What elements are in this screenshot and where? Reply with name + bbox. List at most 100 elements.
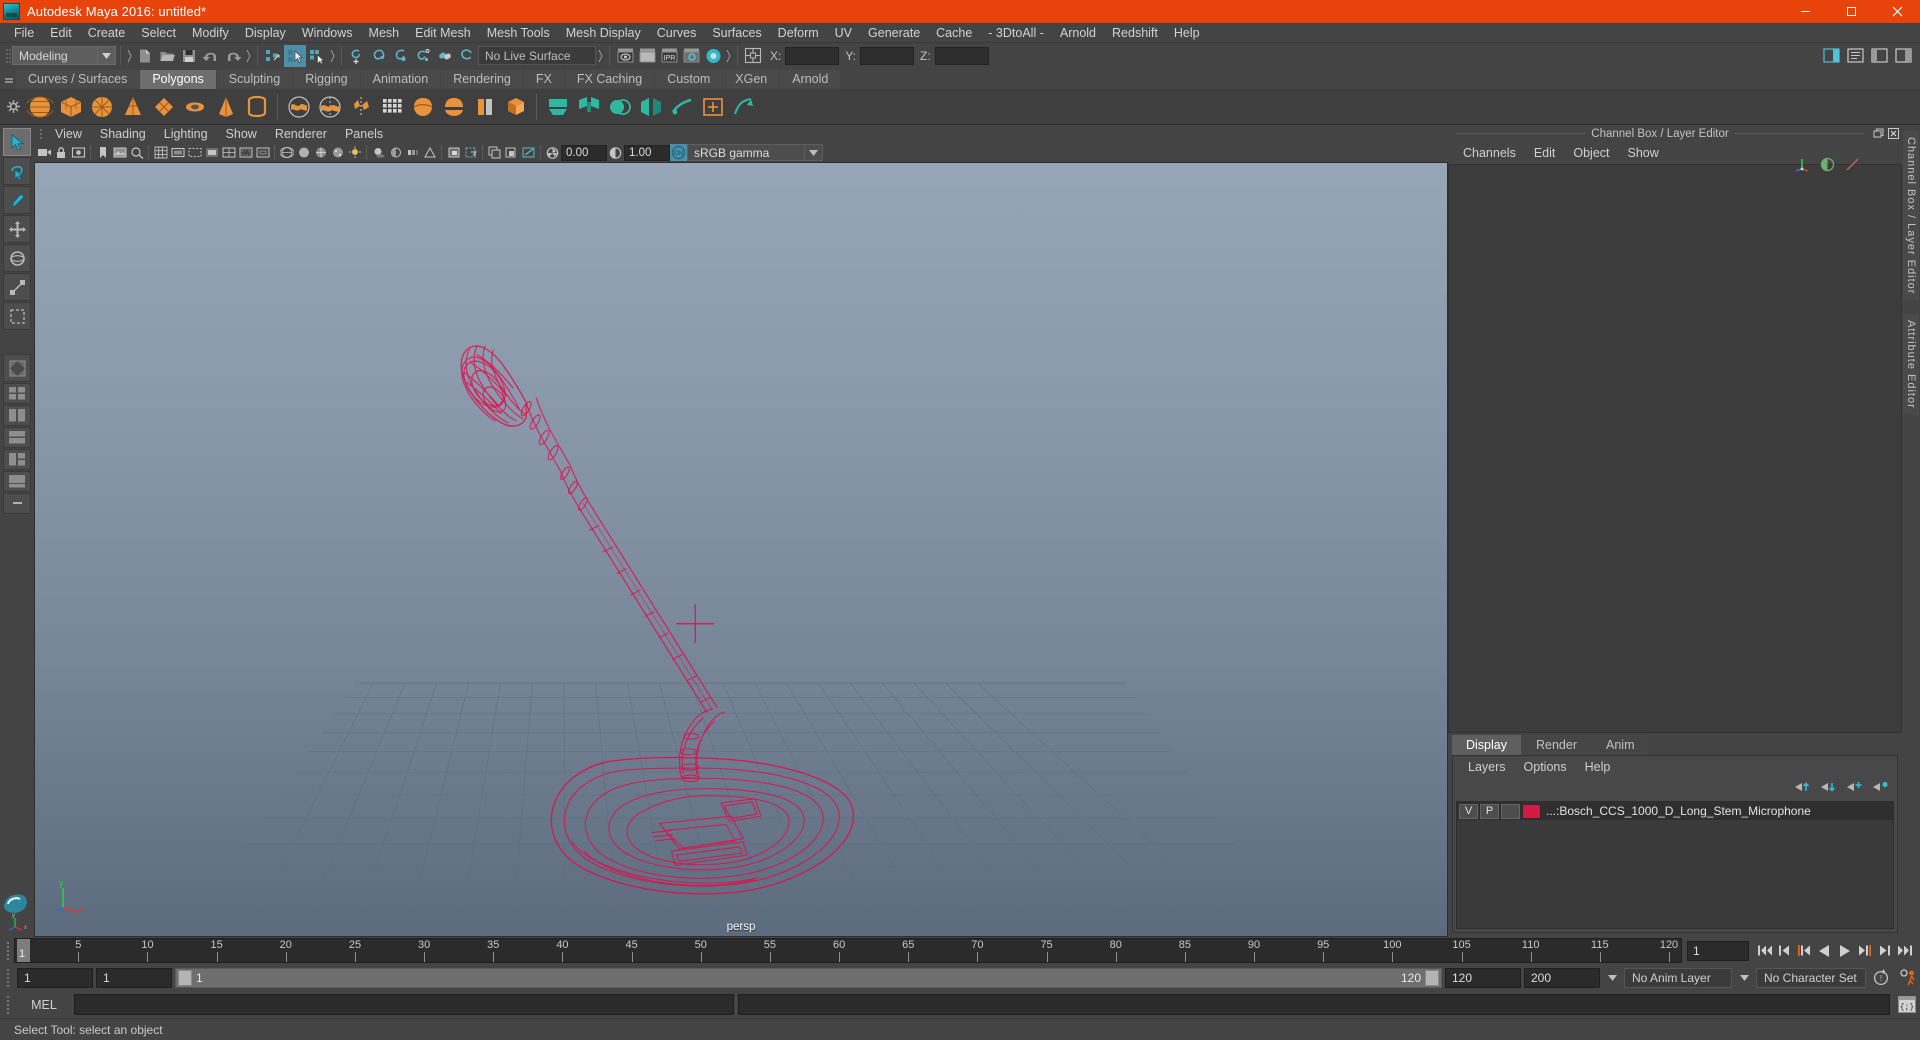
- poly-pipe-icon[interactable]: [283, 91, 314, 123]
- move-layer-up-icon[interactable]: [1794, 780, 1811, 797]
- range-left-handle[interactable]: [178, 969, 192, 986]
- layout-hypershade-persp[interactable]: [3, 449, 31, 470]
- move-layer-down-icon[interactable]: [1820, 780, 1837, 797]
- shelf-grip[interactable]: [2, 68, 16, 89]
- poly-plane-icon[interactable]: [148, 91, 179, 123]
- layout-more[interactable]: [3, 493, 31, 514]
- select-tool[interactable]: [3, 128, 31, 156]
- menu-modify[interactable]: Modify: [184, 23, 237, 43]
- viewport-menu-panels[interactable]: Panels: [336, 125, 392, 143]
- lock-camera-icon[interactable]: [53, 144, 70, 161]
- new-scene-icon[interactable]: [134, 45, 156, 67]
- snap-projected-icon[interactable]: [412, 45, 434, 67]
- create-layer-from-selected-icon[interactable]: [1872, 780, 1889, 797]
- layer-playback-toggle[interactable]: P: [1480, 803, 1499, 819]
- poly-prism-icon[interactable]: [210, 91, 241, 123]
- last-tool-used[interactable]: [3, 302, 31, 330]
- poly-cube-icon[interactable]: [55, 91, 86, 123]
- menu-generate[interactable]: Generate: [860, 23, 928, 43]
- group-collapse-handle-2[interactable]: [244, 46, 253, 66]
- menu-windows[interactable]: Windows: [294, 23, 361, 43]
- shelf-tab-curves-surfaces[interactable]: Curves / Surfaces: [16, 70, 140, 89]
- render-current-frame-icon[interactable]: [636, 45, 658, 67]
- menu-edit-mesh[interactable]: Edit Mesh: [407, 23, 479, 43]
- transform-toggle-icon[interactable]: [1845, 157, 1860, 175]
- menu-arnold[interactable]: Arnold: [1052, 23, 1104, 43]
- safe-action-icon[interactable]: [237, 144, 254, 161]
- make-live-icon[interactable]: [456, 45, 478, 67]
- poly-cylinder-icon[interactable]: [86, 91, 117, 123]
- create-new-layer-icon[interactable]: [1846, 780, 1863, 797]
- shelf-tab-fx[interactable]: FX: [523, 70, 564, 89]
- anim-layer-selector[interactable]: No Anim Layer: [1624, 967, 1732, 988]
- hypershade-icon[interactable]: [702, 45, 724, 67]
- layout-single-perspective[interactable]: [3, 354, 31, 382]
- save-scene-icon[interactable]: [178, 45, 200, 67]
- viewport-menu-shading[interactable]: Shading: [91, 125, 155, 143]
- undo-icon[interactable]: [200, 45, 222, 67]
- poly-smooth-icon[interactable]: [469, 91, 500, 123]
- viewport-menu-renderer[interactable]: Renderer: [266, 125, 336, 143]
- layer-menu-help[interactable]: Help: [1576, 756, 1620, 778]
- film-gate-icon[interactable]: [169, 144, 186, 161]
- layer-visibility-toggle[interactable]: V: [1459, 803, 1478, 819]
- open-scene-icon[interactable]: [156, 45, 178, 67]
- resolution-gate-icon[interactable]: [186, 144, 203, 161]
- viewport-menu-grip[interactable]: [36, 125, 46, 143]
- poly-platonic-icon[interactable]: [376, 91, 407, 123]
- xray-icon[interactable]: [462, 144, 479, 161]
- command-output[interactable]: [738, 994, 1890, 1015]
- viewport-menu-view[interactable]: View: [46, 125, 91, 143]
- menu-cache[interactable]: Cache: [928, 23, 980, 43]
- gamma-value[interactable]: 1.00: [624, 144, 670, 161]
- color-management-dropdown-arrow[interactable]: [805, 144, 823, 161]
- statusline-grip[interactable]: [2, 45, 12, 67]
- channelbox-menu-channels[interactable]: Channels: [1454, 142, 1525, 164]
- exposure-icon[interactable]: [544, 144, 561, 161]
- field-chart-icon[interactable]: [220, 144, 237, 161]
- image-plane-icon[interactable]: [111, 144, 128, 161]
- current-frame-field[interactable]: 1: [1687, 940, 1749, 961]
- screen-space-ao-icon[interactable]: [387, 144, 404, 161]
- manipulator-axis-icon[interactable]: [1794, 156, 1810, 175]
- sidebar-tab-channel-box[interactable]: Channel Box / Layer Editor: [1903, 131, 1919, 301]
- layer-display-type-toggle[interactable]: [1501, 803, 1520, 819]
- multisample-aa-icon[interactable]: [421, 144, 438, 161]
- shelf-tab-arnold[interactable]: Arnold: [780, 70, 841, 89]
- shelf-tab-polygons[interactable]: Polygons: [140, 70, 216, 89]
- menu-uv[interactable]: UV: [827, 23, 860, 43]
- poly-pyramid-icon[interactable]: [241, 91, 272, 123]
- select-object-icon[interactable]: [284, 44, 306, 67]
- layer-row[interactable]: V P ...:Bosch_CCS_1000_D_Long_Stem_Micro…: [1457, 802, 1893, 820]
- panel-undock-button[interactable]: [1872, 127, 1885, 140]
- menu-file[interactable]: File: [6, 23, 42, 43]
- grid-toggle-icon[interactable]: [152, 144, 169, 161]
- shelf-tab-sculpting[interactable]: Sculpting: [216, 70, 293, 89]
- sidebar-tab-attribute-editor[interactable]: Attribute Editor: [1903, 314, 1919, 416]
- shelf-tab-fx-caching[interactable]: FX Caching: [564, 70, 655, 89]
- select-camera-icon[interactable]: [36, 144, 53, 161]
- shadows-icon[interactable]: [370, 144, 387, 161]
- shaded-wireframe-icon[interactable]: [312, 144, 329, 161]
- minimize-button[interactable]: [1782, 0, 1828, 23]
- layout-persp-graph[interactable]: [3, 427, 31, 448]
- shape-toggle-icon[interactable]: [1820, 157, 1835, 175]
- command-language-label[interactable]: MEL: [18, 998, 70, 1012]
- snap-view-plane-icon[interactable]: [434, 45, 456, 67]
- smooth-shade-icon[interactable]: [295, 144, 312, 161]
- poly-extrude-icon[interactable]: [500, 91, 531, 123]
- shelf-settings-icon[interactable]: [2, 90, 24, 124]
- layer-name[interactable]: ...:Bosch_CCS_1000_D_Long_Stem_Microphon…: [1543, 804, 1811, 818]
- menu-edit[interactable]: Edit: [42, 23, 80, 43]
- character-set-dropdown-arrow[interactable]: [1735, 968, 1753, 988]
- menu-display[interactable]: Display: [237, 23, 294, 43]
- move-tool[interactable]: [3, 215, 31, 243]
- poly-helix-icon[interactable]: [314, 91, 345, 123]
- group-collapse-handle-3[interactable]: [328, 46, 337, 66]
- menu-deform[interactable]: Deform: [770, 23, 827, 43]
- play-forwards-button[interactable]: [1835, 940, 1854, 962]
- layout-persp-trax[interactable]: [3, 471, 31, 492]
- poly-bevel-icon[interactable]: [542, 91, 573, 123]
- poly-multicut-icon[interactable]: [666, 91, 697, 123]
- ipr-render-icon[interactable]: IPR: [658, 45, 680, 67]
